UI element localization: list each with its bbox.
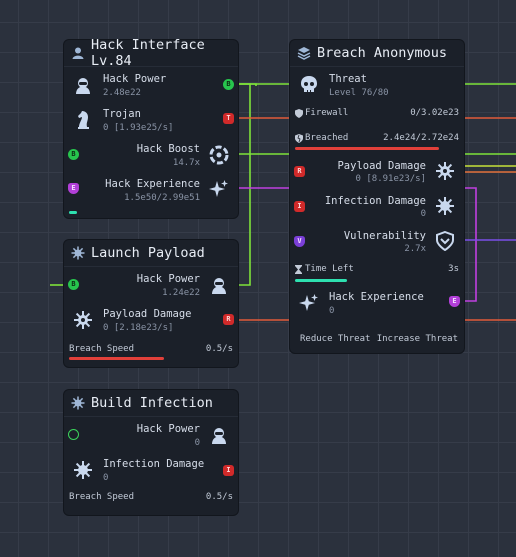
hack-experience-value: 1.5e50/2.99e51: [124, 193, 200, 203]
hack-interface-node[interactable]: Hack Interface Lv.84 Hack Power 2.48e22 …: [64, 37, 238, 218]
hack-interface-header[interactable]: Hack Interface Lv.84: [64, 37, 238, 69]
hack-boost-input-port[interactable]: B: [68, 149, 79, 160]
launch-payload-header[interactable]: Launch Payload: [64, 240, 238, 267]
launch-hack-power-value: 1.24e22: [162, 288, 200, 298]
build-breach-speed-value: 0.5/s: [205, 492, 233, 502]
build-hack-power-input-port[interactable]: [68, 429, 79, 440]
breach-infection-damage-input-port[interactable]: I: [294, 201, 305, 212]
launch-breach-speed-value: 0.5/s: [205, 344, 233, 354]
breach-infection-damage-label: Infection Damage: [324, 195, 426, 207]
sparkle-icon: [298, 292, 320, 314]
breach-anonymous-title: Breach Anonymous: [317, 45, 448, 61]
build-infection-header[interactable]: Build Infection: [64, 390, 238, 417]
launch-payload-damage-label: Payload Damage: [103, 308, 192, 320]
hack-experience-input-port[interactable]: E: [68, 183, 79, 194]
hacker-icon: [72, 74, 94, 96]
breach-payload-damage-value: 0 [8.91e23/s]: [355, 174, 426, 184]
breach-anonymous-node[interactable]: Breach Anonymous Threat Level 76/80 Fire…: [290, 40, 464, 353]
wire-power-2: [236, 83, 251, 286]
boost-gauge-icon: [208, 144, 230, 166]
build-hack-power-value: 0: [194, 438, 200, 448]
hack-interface-title: Hack Interface Lv.84: [91, 37, 205, 69]
firewall-label: Firewall: [305, 108, 349, 118]
hack-power-value: 2.48e22: [103, 88, 141, 98]
launch-hack-power-input-port[interactable]: B: [68, 279, 79, 290]
launch-breach-speed-progress-bar: [69, 357, 164, 360]
build-infection-damage-output-port[interactable]: I: [223, 465, 234, 476]
trojan-label: Trojan: [103, 108, 141, 120]
build-infection-node[interactable]: Build Infection Hack Power 0 Infection D…: [64, 390, 238, 515]
hack-boost-value: 14.7x: [172, 158, 200, 168]
breach-anonymous-header[interactable]: Breach Anonymous: [290, 40, 464, 67]
wire-experience-2: [463, 187, 477, 302]
hourglass-icon: [295, 264, 302, 274]
trojan-value: 0 [1.93e25/s]: [103, 123, 174, 133]
vulnerability-label: Vulnerability: [343, 230, 426, 242]
launch-breach-speed-label: Breach Speed: [69, 344, 135, 354]
shield-broken-icon: [295, 133, 303, 143]
breach-hack-experience-label: Hack Experience: [329, 291, 424, 303]
user-icon: [72, 47, 84, 59]
firewall-row: Firewall: [295, 108, 348, 118]
breached-progress-bar: [295, 147, 439, 150]
reduce-threat-button[interactable]: Reduce Threat: [300, 334, 370, 344]
build-hack-power-label: Hack Power: [136, 423, 200, 435]
virus-icon: [71, 396, 85, 410]
breached-row: Breached: [295, 133, 348, 143]
launch-payload-node[interactable]: Launch Payload Hack Power 1.24e22 Payloa…: [64, 240, 238, 367]
build-infection-damage-label: Infection Damage: [103, 458, 205, 470]
skull-icon: [298, 74, 320, 96]
time-left-row: Time Left: [295, 264, 354, 274]
launch-payload-damage-output-port[interactable]: R: [223, 314, 234, 325]
shield-vulnerability-icon: [434, 230, 456, 252]
trojan-output-port[interactable]: T: [223, 113, 234, 124]
hack-power-label: Hack Power: [103, 73, 167, 85]
infection-icon: [72, 459, 94, 481]
breach-payload-damage-input-port[interactable]: R: [294, 166, 305, 177]
infection-icon: [434, 195, 456, 217]
breach-hack-experience-output-port[interactable]: E: [449, 296, 460, 307]
hacker-icon: [208, 424, 230, 446]
time-left-value: 3s: [448, 264, 459, 274]
launch-payload-damage-value: 0 [2.18e23/s]: [103, 323, 174, 333]
breach-payload-damage-label: Payload Damage: [337, 160, 426, 172]
launch-hack-power-label: Hack Power: [136, 273, 200, 285]
wire-power-4: [236, 83, 257, 86]
hack-experience-label: Hack Experience: [105, 178, 200, 190]
time-left-label: Time Left: [305, 264, 354, 274]
hack-boost-label: Hack Boost: [136, 143, 200, 155]
time-left-progress-bar: [295, 279, 347, 282]
threat-value: Level 76/80: [329, 88, 389, 98]
build-infection-title: Build Infection: [91, 395, 213, 411]
sparkle-icon: [208, 178, 230, 200]
build-infection-damage-value: 0: [103, 473, 109, 483]
breach-hack-experience-value: 0: [329, 306, 335, 316]
vulnerability-input-port[interactable]: V: [294, 236, 305, 247]
breach-infection-damage-value: 0: [420, 209, 426, 219]
shield-icon: [295, 108, 303, 118]
hack-power-output-port[interactable]: B: [223, 79, 234, 90]
increase-threat-button[interactable]: Increase Threat: [377, 334, 458, 344]
virus-damage-icon: [72, 309, 94, 331]
virus-icon: [71, 246, 85, 260]
breached-label: Breached: [305, 133, 349, 143]
launch-payload-title: Launch Payload: [91, 245, 205, 261]
threat-label: Threat: [329, 73, 367, 85]
layers-icon: [297, 47, 311, 60]
vulnerability-value: 2.7x: [404, 244, 426, 254]
breached-value: 2.4e24/2.72e24: [383, 133, 459, 143]
hack-experience-progress-bar: [69, 211, 77, 214]
virus-damage-icon: [434, 160, 456, 182]
firewall-value: 0/3.02e23: [410, 108, 459, 118]
build-breach-speed-label: Breach Speed: [69, 492, 135, 502]
trojan-horse-icon: [72, 109, 94, 131]
hacker-icon: [208, 274, 230, 296]
